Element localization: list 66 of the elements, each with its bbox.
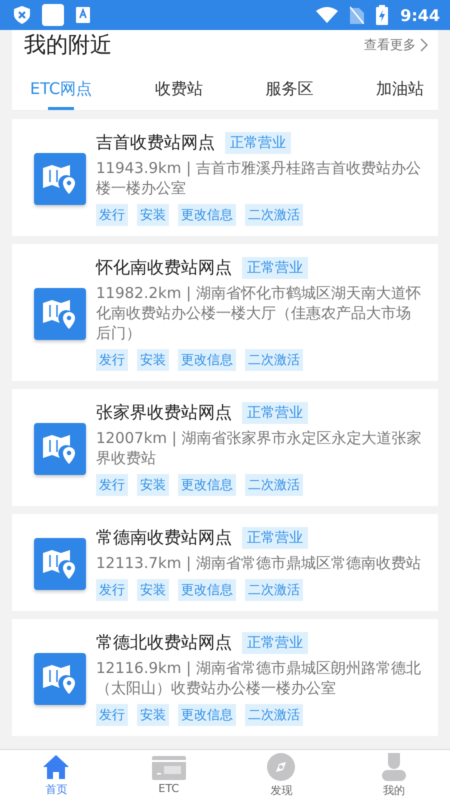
status-tag: 正常营业 xyxy=(242,526,308,548)
compass-icon xyxy=(267,752,296,780)
chevron-right-icon xyxy=(420,38,428,52)
service-tag: 发行 xyxy=(96,704,128,726)
outlet-card[interactable]: 怀化南收费站网点 正常营业 11982.2km | 湖南省怀化市鹤城区湖天南大道怀化南收费站办公楼一楼大厅（佳惠农产品大市场后门） 发行 安装 更改信息 二次激活 xyxy=(12,244,438,381)
outlet-name: 怀化南收费站网点 xyxy=(96,257,232,279)
nav-tab[interactable]: 我的 xyxy=(338,750,450,800)
nav-tab[interactable]: 首页 xyxy=(0,750,112,800)
service-tag: 更改信息 xyxy=(178,474,236,496)
status-tag: 正常营业 xyxy=(225,132,291,154)
map-pin-icon xyxy=(34,288,86,340)
service-tag: 更改信息 xyxy=(178,704,236,726)
service-tag: 安装 xyxy=(137,579,169,601)
service-tag: 二次激活 xyxy=(245,704,303,726)
service-tag: 安装 xyxy=(137,474,169,496)
nav-tab[interactable]: 发现 xyxy=(225,750,338,800)
map-pin-icon xyxy=(34,422,86,474)
outlet-card[interactable]: 常德北收费站网点 正常营业 12116.9km | 湖南省常德市鼎城区朗州路常德北（太阳山）收费站办公楼一楼办公室 发行 安装 更改信息 二次激活 xyxy=(12,619,438,736)
category-tab[interactable]: 服务区 xyxy=(259,78,320,110)
distance-address: 12113.7km | 湖南省常德市鼎城区常德南收费站 xyxy=(96,553,422,573)
service-tag: 安装 xyxy=(137,349,169,371)
person-icon xyxy=(380,752,407,780)
map-pin-icon xyxy=(34,652,86,704)
notification-icon xyxy=(42,4,64,26)
service-tag: 二次激活 xyxy=(245,349,303,371)
map-pin-icon xyxy=(34,538,86,590)
wifi-icon xyxy=(316,7,338,23)
service-tag: 发行 xyxy=(96,204,128,226)
category-tab[interactable]: 收费站 xyxy=(148,78,209,110)
status-tag: 正常营业 xyxy=(242,256,308,278)
distance-address: 11943.9km | 吉首市雅溪丹桂路吉首收费站办公楼一楼办公室 xyxy=(96,158,422,198)
view-more-link[interactable]: 查看更多 xyxy=(364,36,428,54)
service-tag: 发行 xyxy=(96,474,128,496)
section-title: 我的附近 xyxy=(24,32,113,60)
clock: 9:44 xyxy=(400,6,440,24)
outlet-card[interactable]: 张家界收费站网点 正常营业 12007km | 湖南省张家界市永定区永定大道张家界收费站 发行 安装 更改信息 二次激活 xyxy=(12,389,438,506)
service-tag: 发行 xyxy=(96,349,128,371)
service-tag: 更改信息 xyxy=(178,579,236,601)
status-tag: 正常营业 xyxy=(242,402,308,424)
distance-address: 12007km | 湖南省张家界市永定区永定大道张家界收费站 xyxy=(96,428,422,468)
service-tag: 二次激活 xyxy=(245,474,303,496)
card-icon xyxy=(152,756,186,780)
outlet-name: 常德南收费站网点 xyxy=(96,527,232,549)
service-tag: 发行 xyxy=(96,579,128,601)
service-tag: 安装 xyxy=(137,204,169,226)
nav-tab[interactable]: ETC xyxy=(112,750,225,800)
map-pin-icon xyxy=(34,152,86,204)
no-sim-icon xyxy=(350,6,364,24)
outlet-name: 常德北收费站网点 xyxy=(96,632,232,654)
keyboard-icon xyxy=(76,7,90,23)
service-tag: 更改信息 xyxy=(178,349,236,371)
category-tab[interactable]: 加油站 xyxy=(370,78,430,110)
outlet-card[interactable]: 常德南收费站网点 正常营业 12113.7km | 湖南省常德市鼎城区常德南收费站 发行 安装 更改信息 二次激活 xyxy=(12,514,438,611)
outlet-card[interactable]: 吉首收费站网点 正常营业 11943.9km | 吉首市雅溪丹桂路吉首收费站办公楼一楼办公室 发行 安装 更改信息 二次激活 xyxy=(12,119,438,236)
service-tag: 二次激活 xyxy=(245,579,303,601)
outlet-name: 吉首收费站网点 xyxy=(96,132,215,154)
service-tag: 二次激活 xyxy=(245,204,303,226)
distance-address: 12116.9km | 湖南省常德市鼎城区朗州路常德北（太阳山）收费站办公楼一楼办公室 xyxy=(96,658,422,698)
battery-icon xyxy=(376,5,388,25)
distance-address: 11982.2km | 湖南省怀化市鹤城区湖天南大道怀化南收费站办公楼一楼大厅（佳惠农产品大市场后门） xyxy=(96,283,422,343)
outlet-name: 张家界收费站网点 xyxy=(96,402,232,424)
home-icon xyxy=(42,754,70,780)
service-tag: 安装 xyxy=(137,704,169,726)
shield-icon xyxy=(14,6,30,24)
status-tag: 正常营业 xyxy=(242,632,308,654)
service-tag: 更改信息 xyxy=(178,204,236,226)
